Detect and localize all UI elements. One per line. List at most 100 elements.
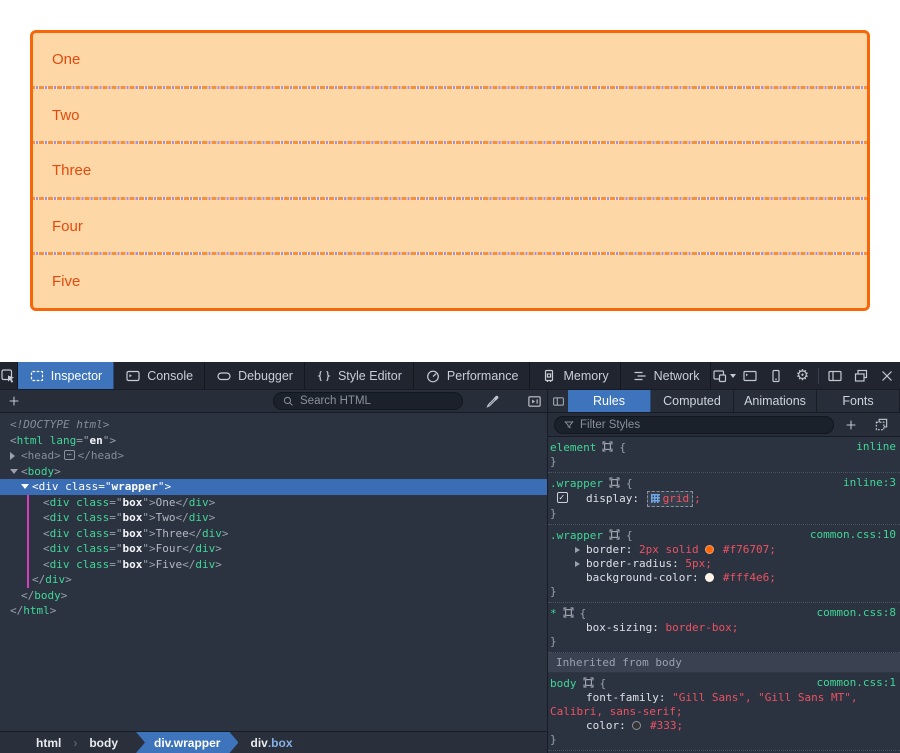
- filter-styles-box[interactable]: [554, 416, 834, 434]
- css-declaration[interactable]: box-sizing: border-box;: [548, 621, 900, 635]
- expand-arrow-icon[interactable]: [575, 561, 580, 567]
- separate-window-button[interactable]: [848, 362, 874, 389]
- page-box: Two: [33, 86, 867, 142]
- rule-source-link[interactable]: inline:3: [843, 476, 896, 490]
- inspector-icon: [29, 368, 45, 384]
- css-declaration[interactable]: border: 2px solid #f76707;: [548, 543, 900, 557]
- rule-selector-line[interactable]: *{common.css:8: [548, 606, 900, 621]
- selector-highlighter-icon[interactable]: [608, 476, 621, 489]
- rule-source-link[interactable]: common.css:8: [817, 606, 896, 620]
- expand-arrow-icon[interactable]: [575, 547, 580, 553]
- tab-inspector[interactable]: Inspector: [18, 362, 114, 389]
- rule-selector: .wrapper: [550, 477, 603, 490]
- breadcrumb-item-div-box[interactable]: div.box: [238, 732, 304, 753]
- close-brace: }: [548, 635, 900, 649]
- property-value: 5px: [685, 557, 705, 570]
- markup-node[interactable]: </body>: [0, 588, 547, 604]
- filter-styles-input[interactable]: [580, 419, 825, 431]
- color-swatch[interactable]: [705, 545, 714, 554]
- css-declaration[interactable]: background-color: #fff4e6;: [548, 571, 900, 585]
- tab-label: Inspector: [51, 369, 102, 383]
- rule-source-link[interactable]: inline: [856, 440, 896, 454]
- tab-console[interactable]: Console: [114, 362, 205, 389]
- markup-node[interactable]: <head>⋯</head>: [0, 448, 547, 464]
- markup-node[interactable]: <!DOCTYPE html>: [0, 417, 547, 433]
- css-declaration[interactable]: font-family: "Gill Sans", "Gill Sans MT"…: [548, 691, 900, 719]
- rule-selector-line[interactable]: element{inline: [548, 440, 900, 455]
- sidebar-tab-rules[interactable]: Rules: [568, 390, 651, 412]
- rule-source-link[interactable]: common.css:10: [810, 528, 896, 542]
- tab-style-editor[interactable]: Style Editor: [305, 362, 414, 389]
- semicolon: ;: [694, 492, 701, 505]
- code-token: div: [39, 480, 59, 493]
- code-token: </: [182, 542, 195, 555]
- boxed-play-icon: [527, 394, 542, 409]
- markup-node[interactable]: <div class="box">Five</div>: [0, 557, 547, 573]
- property-name: font-family:: [586, 691, 672, 704]
- split-console-button[interactable]: [737, 362, 763, 389]
- markup-node[interactable]: <html lang="en">: [0, 433, 547, 449]
- three-pane-toggle-button[interactable]: [548, 390, 568, 412]
- color-swatch[interactable]: [705, 573, 714, 582]
- selector-highlighter-icon[interactable]: [601, 440, 614, 453]
- selector-highlighter-icon[interactable]: [562, 606, 575, 619]
- rule-selector-line[interactable]: .wrapper{common.css:10: [548, 528, 900, 543]
- twisty-icon[interactable]: [10, 469, 18, 474]
- code-token: html: [23, 604, 50, 617]
- markup-node[interactable]: <div class="box">Four</div>: [0, 541, 547, 557]
- breadcrumb-item-body[interactable]: body: [77, 732, 130, 753]
- add-node-button[interactable]: [0, 394, 28, 408]
- code-token: ">: [142, 542, 155, 555]
- property-value: 2px solid: [639, 543, 705, 556]
- css-declaration[interactable]: display: grid;: [548, 491, 900, 507]
- add-rule-button[interactable]: [838, 418, 864, 432]
- search-input[interactable]: [300, 395, 440, 407]
- rule-source-link[interactable]: common.css:1: [817, 676, 896, 690]
- eyedropper-button[interactable]: [479, 394, 505, 409]
- code-token: Three: [156, 527, 189, 540]
- inline-expander-icon[interactable]: ⋯: [64, 450, 75, 460]
- close-button[interactable]: [874, 362, 900, 389]
- sidebar-tab-computed[interactable]: Computed: [651, 390, 734, 412]
- sidebar-tab-fonts[interactable]: Fonts: [817, 390, 900, 412]
- tab-network[interactable]: Network: [621, 362, 712, 389]
- sidebar-tab-animations[interactable]: Animations: [734, 390, 817, 412]
- class-panel-button[interactable]: [868, 417, 894, 432]
- breadcrumb-item-div-wrapper[interactable]: div.wrapper: [136, 732, 238, 753]
- code-token: Two: [156, 511, 176, 524]
- code-token: Four: [156, 542, 183, 555]
- markup-node[interactable]: </html>: [0, 603, 547, 619]
- dock-side-button[interactable]: [822, 362, 848, 389]
- rule-selector: *: [550, 607, 557, 620]
- search-box[interactable]: [273, 392, 463, 410]
- css-declaration[interactable]: color: #333;: [548, 719, 900, 733]
- twisty-icon[interactable]: [10, 452, 15, 460]
- markup-panel: <!DOCTYPE html><html lang="en"><head>⋯</…: [0, 413, 548, 753]
- code-token: <: [43, 558, 50, 571]
- color-swatch[interactable]: [632, 721, 641, 730]
- selector-highlighter-icon[interactable]: [582, 676, 595, 689]
- markup-node[interactable]: <div class="wrapper">: [0, 479, 547, 495]
- node-picker-button[interactable]: [0, 362, 18, 389]
- boxed-play-button[interactable]: [521, 394, 547, 409]
- twisty-icon[interactable]: [21, 484, 29, 489]
- rule-selector-line[interactable]: .wrapper{inline:3: [548, 476, 900, 491]
- device-button[interactable]: [763, 362, 789, 389]
- page-box: Five: [33, 252, 867, 308]
- responsive-design-mode-button[interactable]: [711, 362, 737, 389]
- markup-node[interactable]: <div class="box">Three</div>: [0, 526, 547, 542]
- rule-selector-line[interactable]: body{common.css:1: [548, 676, 900, 691]
- markup-node[interactable]: <div class="box">One</div>: [0, 495, 547, 511]
- breadcrumb-item-html[interactable]: html: [24, 732, 73, 753]
- settings-gear-button[interactable]: ⚙: [789, 362, 815, 389]
- css-declaration[interactable]: border-radius: 5px;: [548, 557, 900, 571]
- markup-node[interactable]: <body>: [0, 464, 547, 480]
- tab-debugger[interactable]: Debugger: [205, 362, 305, 389]
- tab-performance[interactable]: Performance: [414, 362, 531, 389]
- markup-node[interactable]: </div>: [0, 572, 547, 588]
- tab-memory[interactable]: Memory: [530, 362, 620, 389]
- selector-highlighter-icon[interactable]: [608, 528, 621, 541]
- grid-toggle-badge[interactable]: grid: [647, 491, 694, 507]
- declaration-checkbox[interactable]: [557, 492, 568, 503]
- markup-node[interactable]: <div class="box">Two</div>: [0, 510, 547, 526]
